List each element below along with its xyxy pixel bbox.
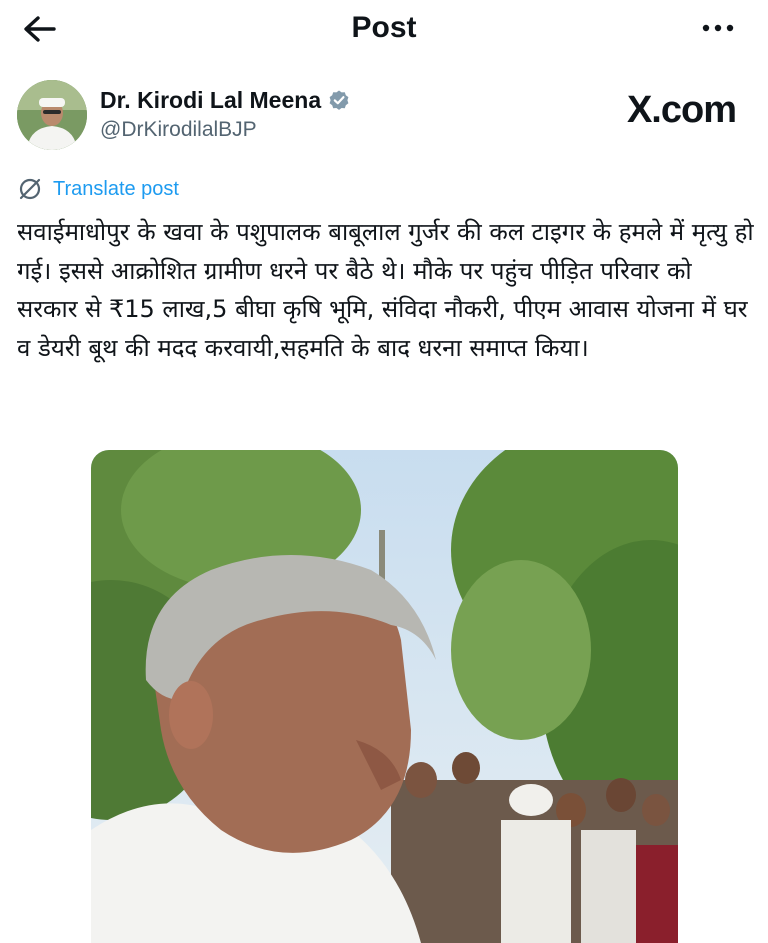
- more-options-icon: [702, 24, 734, 32]
- top-bar: Post: [0, 0, 768, 58]
- x-watermark: X.com: [626, 89, 737, 131]
- author-name-text: Dr. Kirodi Lal Meena: [100, 87, 322, 113]
- author-handle[interactable]: @DrKirodilalBJP: [100, 117, 257, 143]
- post-text: सवाईमाधोपुर के खवा के पशुपालक बाबूलाल गु…: [17, 218, 754, 362]
- post-video[interactable]: [91, 450, 678, 943]
- translate-post-link[interactable]: Translate post: [17, 176, 179, 202]
- author-name[interactable]: Dr. Kirodi Lal Meena: [100, 86, 351, 114]
- translate-icon: [19, 178, 41, 200]
- page-title: Post: [351, 11, 417, 44]
- translate-post-label: Translate post: [53, 178, 179, 200]
- verified-badge-icon: [329, 90, 349, 110]
- avatar[interactable]: [17, 80, 87, 150]
- more-options-button[interactable]: [698, 16, 738, 40]
